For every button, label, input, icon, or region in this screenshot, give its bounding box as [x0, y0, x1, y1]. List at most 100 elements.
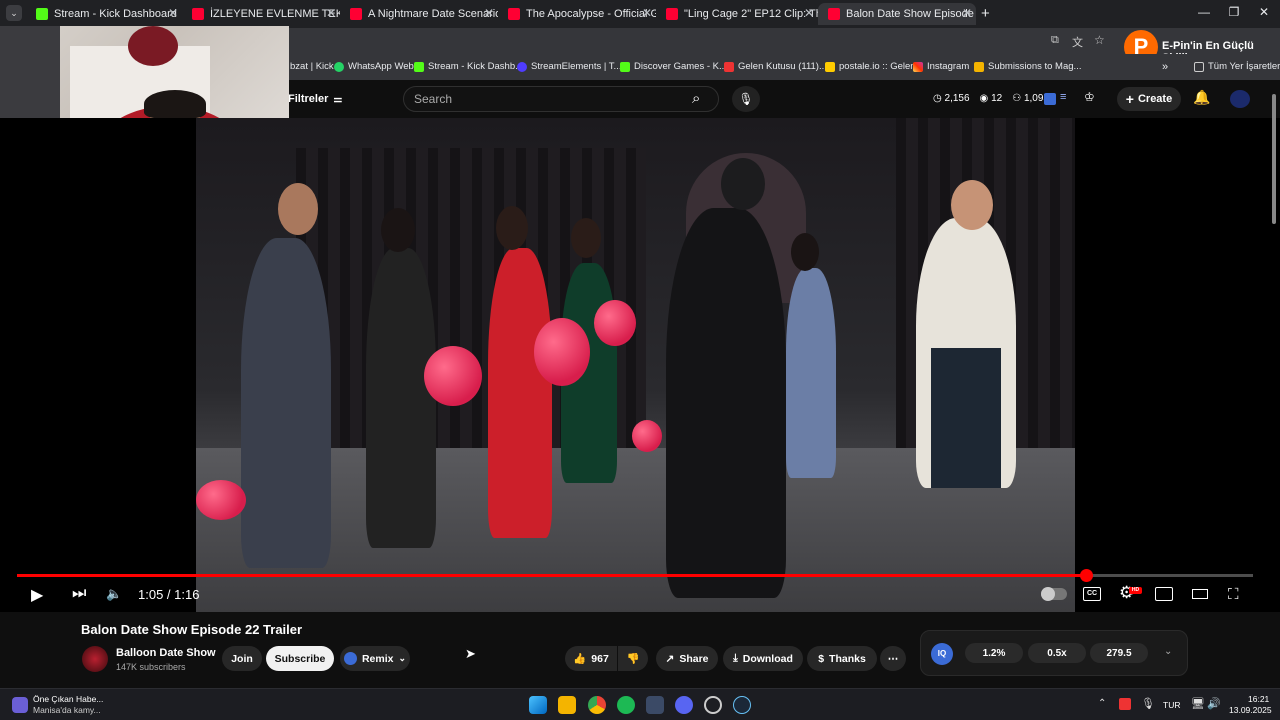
play-button[interactable]: ▶ — [31, 585, 43, 605]
extension-icon[interactable] — [1044, 93, 1056, 105]
chevron-down-icon[interactable]: ⌄ — [1164, 646, 1172, 657]
bookmark-mail[interactable]: Gelen Kutusu (111)... — [724, 61, 827, 72]
captions-icon[interactable]: CC — [1083, 587, 1101, 601]
tab-youtube-active[interactable]: Balon Date Show Episode 22 Tr ✕ — [818, 3, 976, 25]
tab-title: Balon Date Show Episode 22 Tr — [846, 8, 976, 20]
steam-icon[interactable] — [733, 696, 751, 714]
tab-search-button[interactable]: ⌄ — [6, 5, 22, 21]
microphone-icon[interactable]: 🎙 — [732, 86, 760, 112]
share-button[interactable]: ↗ Share — [656, 646, 718, 671]
tray-app-icon[interactable] — [1119, 698, 1131, 710]
app-icon[interactable] — [646, 696, 664, 714]
game-icon[interactable] — [704, 696, 722, 714]
next-button[interactable]: ⏭ — [72, 585, 86, 603]
plus-icon: + — [1125, 91, 1134, 107]
mail-icon — [724, 61, 734, 72]
restore-icon[interactable]: ❐ — [1224, 5, 1244, 19]
tab-youtube-1[interactable]: İZLEYENE EVLENME TEKLİFİ ED ✕ — [182, 3, 340, 25]
bookmark-instagram[interactable]: Instagram — [913, 61, 969, 72]
webcam-hair — [144, 90, 206, 118]
clock-date[interactable]: 13.09.2025 — [1229, 705, 1272, 715]
notifications-icon[interactable]: 🔔 — [1193, 89, 1210, 106]
discord-icon[interactable] — [675, 696, 693, 714]
page-scrollbar[interactable] — [1272, 94, 1276, 224]
more-actions-button[interactable]: ⋯ — [880, 646, 906, 671]
avatar[interactable] — [1230, 90, 1250, 108]
volume-tray-icon[interactable]: 🔊 — [1207, 697, 1221, 710]
search-icon[interactable]: ⌕ — [692, 90, 700, 107]
hd-badge: HD — [1129, 587, 1142, 594]
bookmark-submissions[interactable]: Submissions to Mag... — [974, 61, 1081, 72]
youtube-icon — [192, 8, 204, 20]
download-button[interactable]: ⤓ Download — [723, 646, 803, 671]
folder-icon — [1194, 61, 1204, 72]
all-bookmarks[interactable]: Tüm Yer İşaretleri — [1194, 61, 1280, 72]
search-input[interactable]: Search — [403, 86, 719, 112]
filters-button[interactable]: Filtreler ⚌ — [288, 93, 342, 105]
tab-title: The Apocalypse - Official Game — [526, 8, 656, 20]
subscribe-button[interactable]: Subscribe — [266, 646, 334, 671]
close-icon[interactable]: ✕ — [484, 6, 494, 20]
bookmark-kick-profile[interactable]: bzat | Kick — [290, 61, 334, 72]
bookmark-whatsapp[interactable]: WhatsApp Web — [334, 61, 414, 72]
channel-name[interactable]: Balloon Date Show — [116, 647, 216, 659]
person-1 — [241, 238, 331, 568]
join-button[interactable]: Join — [222, 646, 262, 671]
bookmark-star-icon[interactable]: ☆ — [1094, 33, 1105, 47]
create-button[interactable]: + Create — [1117, 87, 1181, 111]
tray-overflow-icon[interactable]: ⌃ — [1098, 698, 1106, 709]
close-icon[interactable]: ✕ — [962, 6, 972, 20]
volume-icon[interactable]: 🔈 — [106, 586, 122, 602]
windows-start-icon[interactable] — [529, 696, 547, 714]
news-widget-title[interactable]: Öne Çıkan Habe... — [33, 694, 103, 704]
clock-time[interactable]: 16:21 — [1248, 694, 1269, 704]
chrome-icon[interactable] — [588, 696, 606, 714]
tray-mic-icon[interactable]: 🎙 — [1141, 697, 1155, 710]
close-icon[interactable]: ✕ — [168, 6, 178, 20]
progress-bar[interactable] — [17, 569, 1253, 582]
minimize-icon[interactable]: — — [1194, 5, 1214, 19]
translate-icon[interactable]: 文 — [1072, 34, 1083, 50]
tab-youtube-4[interactable]: "Ling Cage 2" EP12 Clip: The st ✕ — [656, 3, 818, 25]
extension-value-3: 279.5 — [1090, 643, 1148, 663]
close-icon[interactable]: ✕ — [804, 6, 814, 20]
cast-icon[interactable]: ⧉ — [1051, 34, 1059, 47]
fullscreen-icon[interactable]: ⛶ — [1228, 586, 1239, 603]
list-icon[interactable]: ≡ — [1060, 91, 1066, 103]
trophy-icon[interactable]: ♔ — [1084, 90, 1095, 104]
tab-title: A Nightmare Date Scenario - Y — [368, 8, 498, 20]
network-icon[interactable]: 🖥 — [1191, 697, 1205, 710]
close-icon[interactable]: ✕ — [326, 6, 336, 20]
person-host — [666, 208, 786, 598]
remix-button[interactable]: Remix ⌄ — [340, 646, 410, 671]
tab-youtube-2[interactable]: A Nightmare Date Scenario - Y ✕ — [340, 3, 498, 25]
file-explorer-icon[interactable] — [558, 696, 576, 714]
share-icon: ↗ — [665, 652, 675, 665]
like-button[interactable]: 👍 967 — [565, 646, 617, 671]
theater-mode-icon[interactable] — [1192, 589, 1208, 599]
language-indicator[interactable]: TUR — [1163, 700, 1180, 710]
tab-kick-dashboard[interactable]: Stream - Kick Dashboard ✕ — [26, 3, 182, 25]
bookmarks-overflow-icon[interactable]: » — [1162, 61, 1168, 73]
new-tab-button[interactable]: + — [981, 5, 990, 22]
dislike-button[interactable]: 👎 — [618, 646, 648, 671]
miniplayer-icon[interactable] — [1155, 587, 1173, 601]
news-widget-subtitle[interactable]: Manisa'da kamy... — [33, 705, 101, 715]
news-widget-icon[interactable] — [12, 697, 28, 713]
channel-avatar[interactable] — [82, 646, 108, 672]
extension-badge[interactable]: IQ — [931, 643, 953, 665]
video-title: Balon Date Show Episode 22 Trailer — [81, 622, 303, 637]
bookmark-streamelements[interactable]: StreamElements | T... — [517, 61, 621, 72]
bookmark-kick-dashboard[interactable]: Stream - Kick Dashb... — [414, 61, 523, 72]
video-player[interactable] — [0, 118, 1280, 612]
tab-youtube-3[interactable]: The Apocalypse - Official Game ✕ — [498, 3, 656, 25]
spotify-icon[interactable] — [617, 696, 635, 714]
window-close-icon[interactable]: ✕ — [1254, 5, 1274, 19]
bookmark-postale[interactable]: postale.io :: Gelen — [825, 61, 916, 72]
progress-scrubber[interactable] — [1080, 569, 1093, 582]
progress-fill — [17, 574, 1086, 577]
balloon — [632, 420, 662, 452]
close-icon[interactable]: ✕ — [642, 6, 652, 20]
bookmark-discover-games[interactable]: Discover Games - K... — [620, 61, 727, 72]
thanks-button[interactable]: $ Thanks — [807, 646, 877, 671]
